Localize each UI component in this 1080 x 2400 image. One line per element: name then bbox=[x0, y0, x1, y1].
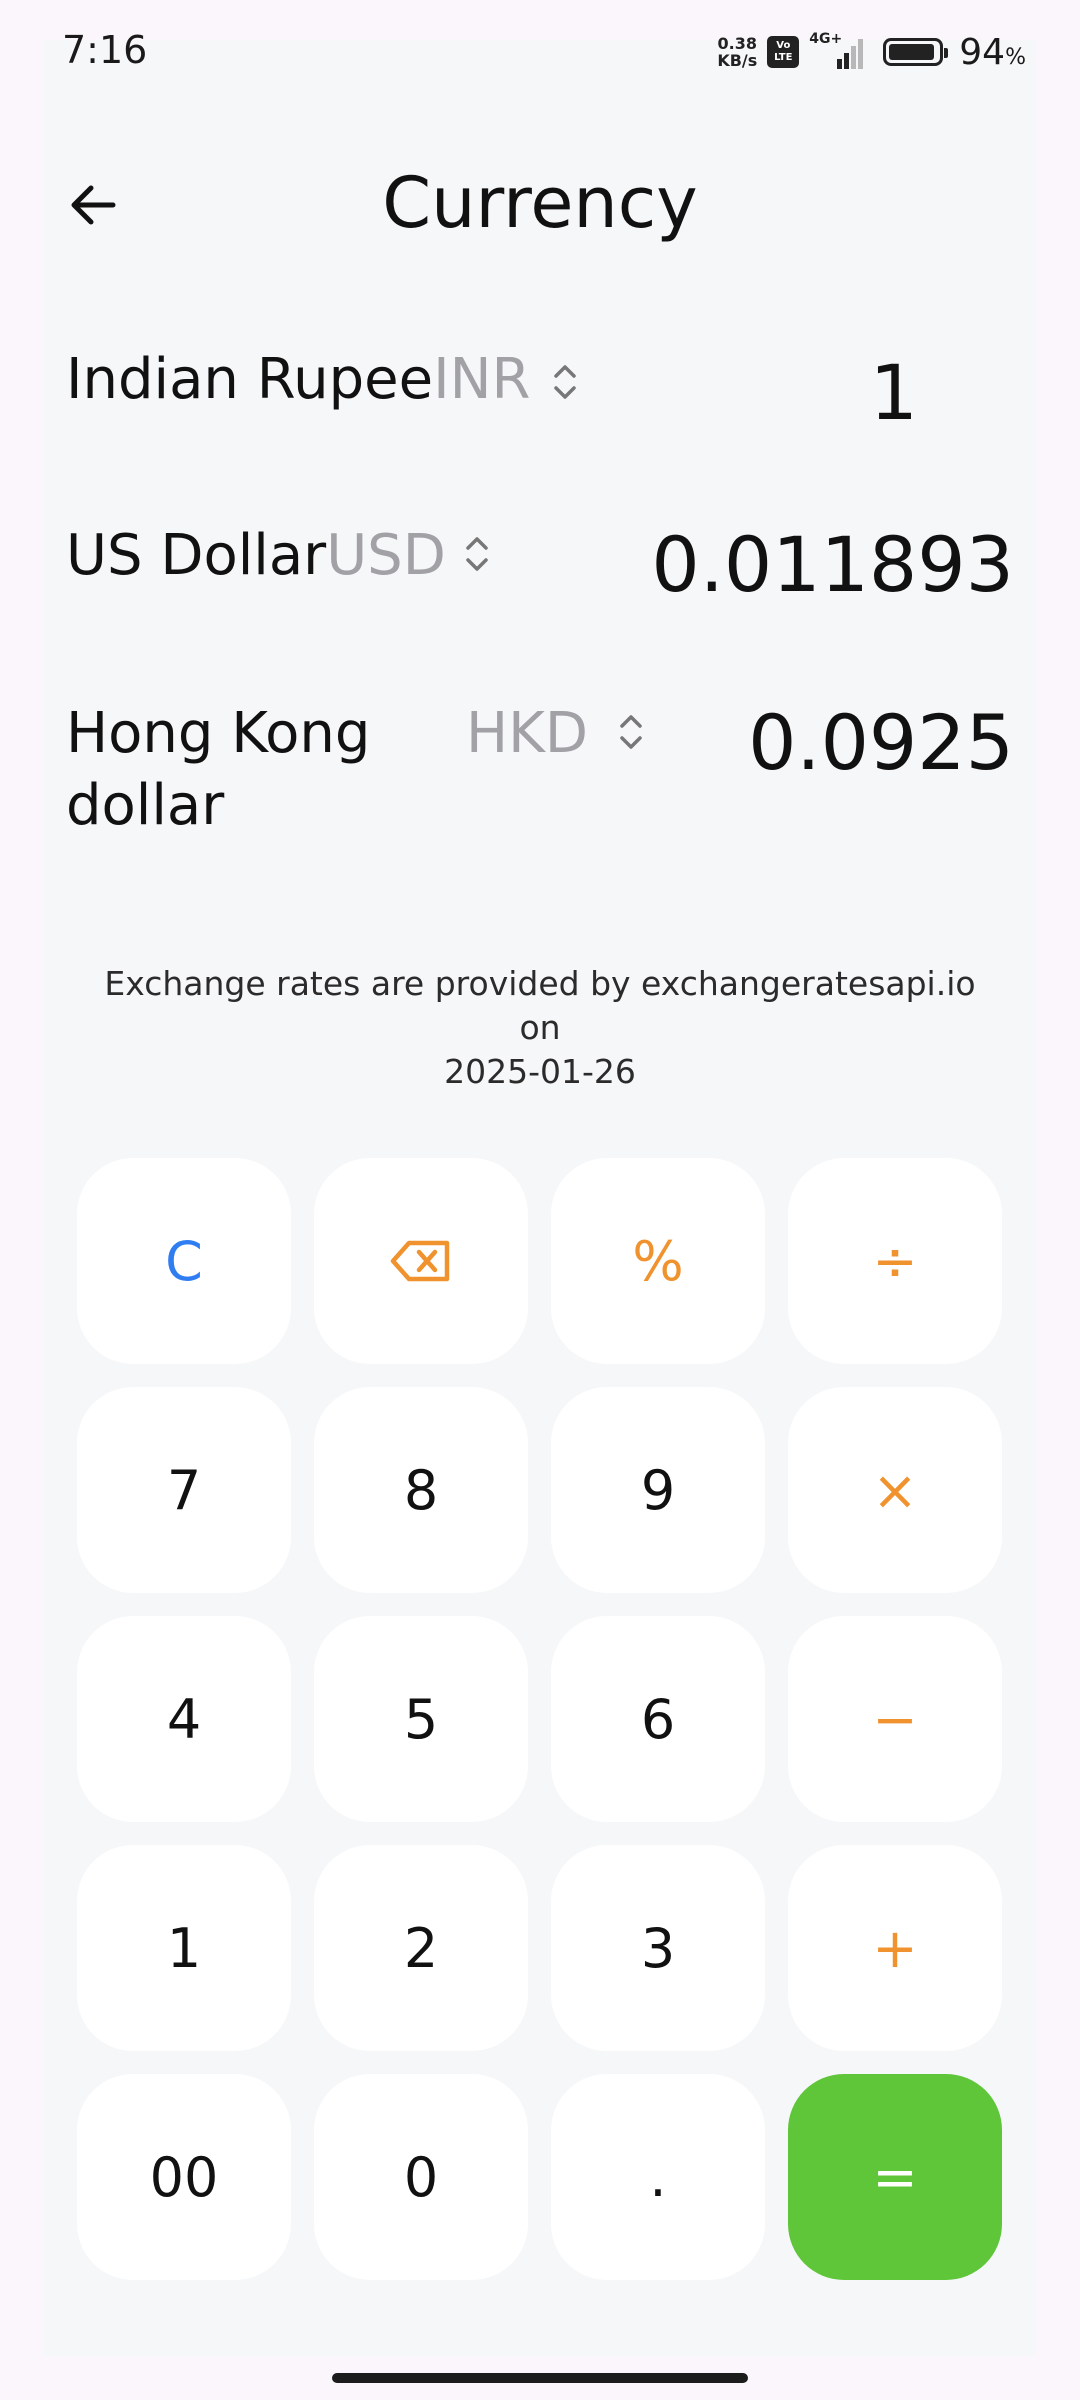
key-label: ÷ bbox=[872, 1229, 918, 1293]
currency-selector-inr[interactable]: Indian RupeeINR bbox=[66, 344, 530, 416]
calculator-keypad: C% ÷ 7 8 9 × 4 5 6−1 2 3 +00 0. = bbox=[77, 1158, 1003, 2280]
currency-row-inr[interactable]: Indian RupeeINR 1 bbox=[66, 344, 1014, 444]
minus-button[interactable]: − bbox=[788, 1616, 1002, 1822]
key-label: % bbox=[632, 1229, 684, 1293]
key-label: = bbox=[872, 2145, 918, 2209]
currency-name: Indian Rupee bbox=[66, 347, 434, 412]
battery-icon bbox=[883, 38, 949, 66]
key-label: 1 bbox=[166, 1916, 202, 1980]
currency-selector-hkd[interactable]: Hong Kong dollar bbox=[66, 698, 370, 842]
divide-button[interactable]: ÷ bbox=[788, 1158, 1002, 1364]
sort-updown-icon[interactable] bbox=[616, 710, 646, 754]
status-time: 7:16 bbox=[62, 28, 148, 72]
key-label: 8 bbox=[403, 1458, 439, 1522]
key-label: 2 bbox=[403, 1916, 439, 1980]
key-label: 9 bbox=[640, 1458, 676, 1522]
currency-code: USD bbox=[326, 523, 446, 588]
sort-updown-icon[interactable] bbox=[550, 360, 580, 404]
key-label: 0 bbox=[403, 2145, 439, 2209]
volte-top: Vo bbox=[776, 40, 791, 51]
key-label: 7 bbox=[166, 1458, 202, 1522]
percent-button[interactable]: % bbox=[551, 1158, 765, 1364]
key-0[interactable]: 0 bbox=[314, 2074, 528, 2280]
currency-row-usd[interactable]: US DollarUSD 0.011893 bbox=[66, 520, 1014, 620]
battery-percent: 94% bbox=[959, 32, 1026, 73]
rate-note-line1: Exchange rates are provided by exchanger… bbox=[104, 964, 976, 1047]
network-speed-value: 0.38 bbox=[717, 34, 758, 53]
volte-bottom: LTE bbox=[774, 52, 793, 63]
currency-name: US Dollar bbox=[66, 523, 327, 588]
signal-bar-3 bbox=[851, 46, 857, 69]
key-5[interactable]: 5 bbox=[314, 1616, 528, 1822]
currency-code: HKD bbox=[466, 701, 588, 766]
currency-row-hkd[interactable]: Hong Kong dollar HKD 0.0925 bbox=[66, 698, 1014, 848]
network-speed: 0.38 KB/s bbox=[717, 35, 757, 69]
exchange-rate-note: Exchange rates are provided by exchanger… bbox=[100, 962, 980, 1094]
network-type: 4G+ bbox=[809, 31, 843, 47]
key-label: C bbox=[165, 1229, 203, 1293]
signal-bar-1 bbox=[837, 59, 843, 69]
backspace-button[interactable] bbox=[314, 1158, 528, 1364]
currency-value-input[interactable]: 0.0925 bbox=[748, 698, 1014, 788]
signal-bar-2 bbox=[844, 53, 850, 69]
signal-icon: 4G+ bbox=[809, 31, 864, 69]
key-label: 3 bbox=[640, 1916, 676, 1980]
key-label: . bbox=[649, 2145, 667, 2209]
status-bar: 7:16 0.38 KB/s Vo LTE 4G+ 94% bbox=[0, 0, 1080, 100]
battery-fill bbox=[889, 44, 935, 60]
key-7[interactable]: 7 bbox=[77, 1387, 291, 1593]
key-9[interactable]: 9 bbox=[551, 1387, 765, 1593]
network-speed-unit: KB/s bbox=[717, 51, 758, 70]
key-8[interactable]: 8 bbox=[314, 1387, 528, 1593]
home-indicator[interactable] bbox=[332, 2373, 748, 2383]
key-label: × bbox=[872, 1458, 918, 1522]
currency-selector-usd[interactable]: US DollarUSD bbox=[66, 520, 446, 592]
page-title: Currency bbox=[382, 162, 698, 244]
currency-value-input[interactable]: 1 bbox=[870, 348, 918, 438]
equals-button[interactable]: = bbox=[788, 2074, 1002, 2280]
key-label: 4 bbox=[166, 1687, 202, 1751]
multiply-button[interactable]: × bbox=[788, 1387, 1002, 1593]
key-6[interactable]: 6 bbox=[551, 1616, 765, 1822]
key-label: 5 bbox=[403, 1687, 439, 1751]
key-1[interactable]: 1 bbox=[77, 1845, 291, 2051]
key-label: − bbox=[872, 1687, 918, 1751]
sort-updown-icon[interactable] bbox=[462, 532, 492, 576]
rate-note-date: 2025-01-26 bbox=[444, 1052, 636, 1091]
key-label: 6 bbox=[640, 1687, 676, 1751]
key-label: 00 bbox=[149, 2145, 219, 2209]
key-00[interactable]: 00 bbox=[77, 2074, 291, 2280]
decimal-button[interactable]: . bbox=[551, 2074, 765, 2280]
backspace-icon bbox=[390, 1240, 450, 1282]
currency-name-line2: dollar bbox=[66, 773, 225, 838]
app-header: Currency bbox=[44, 150, 1036, 260]
plus-button[interactable]: + bbox=[788, 1845, 1002, 2051]
volte-icon: Vo LTE bbox=[767, 36, 800, 68]
key-label: + bbox=[872, 1916, 918, 1980]
key-4[interactable]: 4 bbox=[77, 1616, 291, 1822]
key-2[interactable]: 2 bbox=[314, 1845, 528, 2051]
key-3[interactable]: 3 bbox=[551, 1845, 765, 2051]
status-icons: 0.38 KB/s Vo LTE 4G+ 94% bbox=[717, 30, 1026, 74]
currency-name-line1: Hong Kong bbox=[66, 701, 371, 766]
clear-button[interactable]: C bbox=[77, 1158, 291, 1364]
currency-code: INR bbox=[433, 347, 531, 412]
battery-percent-unit: % bbox=[1005, 44, 1026, 70]
currency-value-input[interactable]: 0.011893 bbox=[651, 520, 1014, 610]
battery-percent-value: 94 bbox=[959, 31, 1006, 73]
battery-tip bbox=[944, 48, 949, 58]
signal-bar-4 bbox=[858, 39, 864, 69]
